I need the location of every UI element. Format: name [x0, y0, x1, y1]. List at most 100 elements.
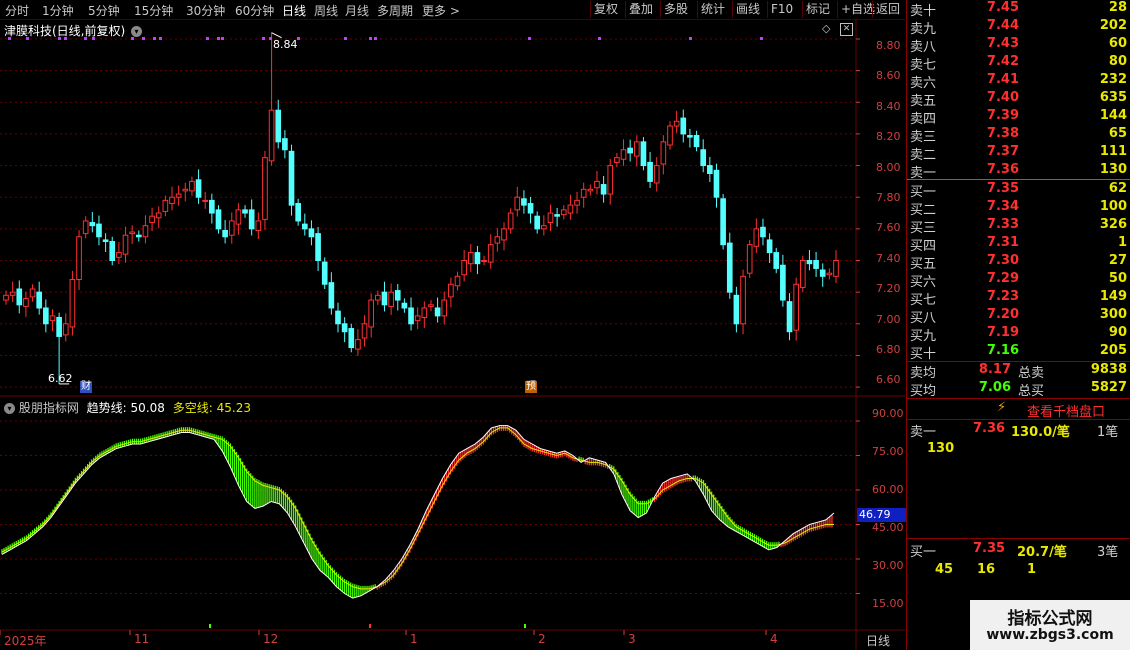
bid-volume: 1 [1117, 235, 1127, 250]
candle [16, 280, 23, 314]
bid1-queue-item: 45 [935, 562, 954, 577]
candle [248, 199, 255, 236]
tab-multi-period[interactable]: 多周期 [377, 2, 413, 19]
candle [9, 281, 16, 302]
price-tick: 8.60 [876, 69, 901, 82]
statistics-button[interactable]: 统计 [697, 1, 728, 18]
indicator-tick: 60.00 [872, 483, 904, 496]
bid-row[interactable]: 买八 7.20 300 [907, 307, 1130, 326]
ask-row[interactable]: 卖七 7.42 80 [907, 54, 1130, 73]
back-button[interactable]: 返回 [872, 1, 903, 18]
candle [594, 170, 600, 195]
candle [109, 236, 116, 266]
event-dot [689, 37, 692, 40]
candle [315, 226, 321, 271]
tab-timeshare[interactable]: 分时 [5, 2, 29, 19]
tab-more[interactable]: 更多 > [422, 2, 460, 19]
price-tick: 7.20 [876, 282, 901, 295]
bid1-label: 买一 [910, 545, 937, 560]
chart-area[interactable] [0, 20, 905, 650]
candle [96, 215, 102, 246]
bid-row[interactable]: 买四 7.31 1 [907, 235, 1130, 254]
candle [600, 176, 607, 203]
candle [209, 193, 215, 224]
tab-weekly[interactable]: 周线 [314, 2, 338, 19]
tab-15min[interactable]: 15分钟 [134, 2, 173, 19]
trend-line-label: 趋势线: [86, 401, 127, 415]
candle [481, 255, 487, 266]
candle [614, 152, 620, 168]
candle [733, 286, 740, 333]
candle [554, 207, 560, 227]
candle [381, 281, 388, 312]
tab-daily[interactable]: 日线 [282, 2, 306, 19]
ask-row[interactable]: 卖五 7.40 635 [907, 90, 1130, 109]
candle [175, 185, 182, 206]
close-icon[interactable]: ✕ [840, 23, 853, 36]
candle [255, 212, 262, 239]
ask-row[interactable]: 卖十 7.45 28 [907, 0, 1130, 19]
candle [580, 182, 587, 208]
price-tick: 7.60 [876, 221, 901, 234]
tab-monthly[interactable]: 月线 [345, 2, 369, 19]
bid-row[interactable]: 买十 7.16 205 [907, 343, 1130, 362]
diamond-icon[interactable]: ◇ [822, 22, 830, 35]
candle [813, 251, 819, 277]
candle [43, 299, 49, 333]
ask-row[interactable]: 卖六 7.41 232 [907, 72, 1130, 91]
bid-row[interactable]: 买五 7.30 27 [907, 253, 1130, 272]
bid-row[interactable]: 买九 7.19 90 [907, 325, 1130, 344]
candle [653, 157, 660, 192]
candle [182, 182, 189, 202]
overlay-button[interactable]: 叠加 [625, 1, 656, 18]
tab-60min[interactable]: 60分钟 [235, 2, 274, 19]
ask-volume: 144 [1099, 108, 1127, 123]
date-label: 11 [134, 632, 150, 646]
chevron-down-icon[interactable]: ▾ [4, 403, 15, 414]
candle [467, 244, 474, 273]
candle [129, 225, 135, 245]
candle [242, 205, 248, 218]
candle [799, 255, 806, 293]
ask-price: 7.40 [986, 90, 1019, 105]
tab-1min[interactable]: 1分钟 [42, 2, 74, 19]
bid-row[interactable]: 买二 7.34 100 [907, 199, 1130, 218]
main-chart-header: 津膜科技(日线,前复权) ▾ [4, 22, 143, 39]
mark-button[interactable]: 标记 [802, 1, 833, 18]
candle [82, 216, 89, 239]
chevron-down-icon[interactable]: ▾ [131, 26, 143, 37]
multi-stock-button[interactable]: 多股 [660, 1, 691, 18]
bid-row[interactable]: 买七 7.23 149 [907, 289, 1130, 308]
forecast-badge[interactable]: 预 [525, 381, 537, 393]
tab-30min[interactable]: 30分钟 [186, 2, 225, 19]
bid-row[interactable]: 买一 7.35 62 [907, 181, 1130, 200]
ask-row[interactable]: 卖一 7.36 130 [907, 162, 1130, 181]
financial-report-badge[interactable]: 财 [80, 381, 92, 393]
indicator-name[interactable]: 股朋指标网 [19, 401, 79, 415]
ask-row[interactable]: 卖九 7.44 202 [907, 18, 1130, 37]
ask-price: 7.39 [986, 108, 1019, 123]
watermark: 指标公式网 www.zbgs3.com [970, 600, 1130, 650]
candle [202, 191, 209, 209]
bid-volume: 205 [1099, 343, 1127, 358]
candle [341, 317, 348, 343]
bid-row[interactable]: 买六 7.29 50 [907, 271, 1130, 290]
price-tick: 7.40 [876, 252, 901, 265]
candle [474, 245, 481, 275]
ask-row[interactable]: 卖八 7.43 60 [907, 36, 1130, 55]
candle [793, 277, 799, 341]
candle [773, 247, 780, 274]
candle [707, 157, 713, 183]
f10-button[interactable]: F10 [767, 1, 796, 18]
view-depth-button[interactable]: ⚡ 查看千档盘口 [907, 399, 1130, 420]
tab-5min[interactable]: 5分钟 [88, 2, 120, 19]
draw-line-button[interactable]: 画线 [732, 1, 763, 18]
candle [514, 186, 521, 217]
restore-rights-button[interactable]: 复权 [590, 1, 621, 18]
ask-row[interactable]: 卖三 7.38 65 [907, 126, 1130, 145]
candle [494, 228, 501, 252]
candle [640, 137, 647, 171]
bid-row[interactable]: 买三 7.33 326 [907, 217, 1130, 236]
ask-row[interactable]: 卖二 7.37 111 [907, 144, 1130, 163]
ask-row[interactable]: 卖四 7.39 144 [907, 108, 1130, 127]
